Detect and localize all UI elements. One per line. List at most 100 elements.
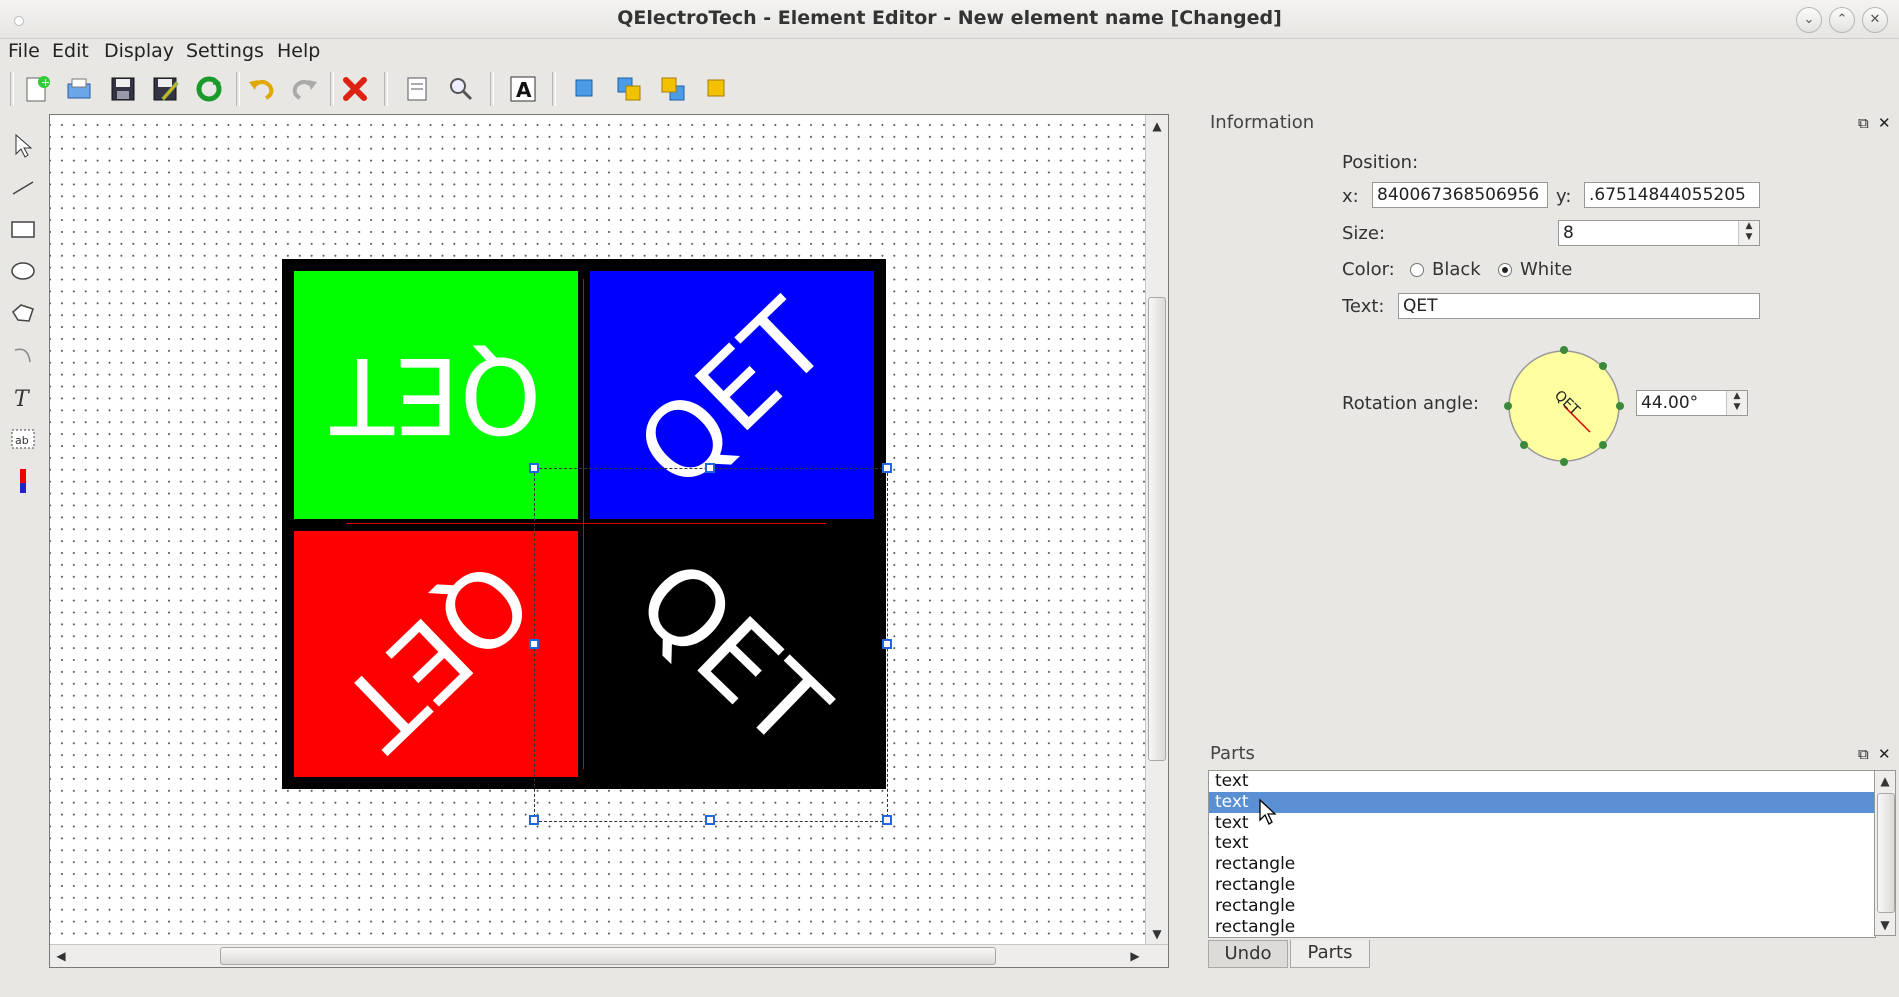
resize-handle[interactable] [882, 639, 892, 649]
rectangle-icon[interactable] [6, 212, 40, 246]
black-radio[interactable] [1410, 263, 1424, 277]
size-value: 8 [1563, 223, 1574, 243]
line-icon[interactable] [6, 170, 40, 204]
new-element-icon[interactable]: + [20, 72, 54, 106]
text-part[interactable]: QET [330, 334, 541, 456]
resize-handle[interactable] [529, 815, 539, 825]
toolbar-separator [384, 72, 388, 106]
float-dock-icon[interactable]: ⧉ [1858, 745, 1869, 763]
scroll-down-icon[interactable]: ▼ [1148, 925, 1166, 943]
toolbar-separator [490, 72, 494, 106]
svg-text:+: + [41, 76, 50, 89]
x-input[interactable]: 840067368506956 [1372, 182, 1548, 208]
resize-handle[interactable] [529, 639, 539, 649]
float-dock-icon[interactable]: ⧉ [1858, 114, 1869, 132]
title-bar: QElectroTech - Element Editor - New elem… [0, 0, 1899, 39]
rotation-spinbox[interactable]: 44.00° ▲ ▼ [1636, 390, 1748, 416]
position-label: Position: [1342, 152, 1419, 173]
text-part[interactable]: QET [318, 537, 555, 771]
resize-handle[interactable] [529, 463, 539, 473]
minimize-button[interactable]: ⌄ [1796, 7, 1822, 33]
menu-file[interactable]: File [8, 40, 40, 62]
list-item[interactable]: text [1209, 833, 1875, 854]
raise-icon[interactable] [612, 72, 646, 106]
x-label: x: [1342, 186, 1359, 207]
close-dock-icon[interactable]: ✕ [1878, 745, 1891, 763]
save-as-icon[interactable] [148, 72, 182, 106]
scroll-up-icon[interactable]: ▲ [1876, 772, 1894, 790]
tab-undo[interactable]: Undo [1208, 940, 1288, 968]
open-icon[interactable] [62, 72, 96, 106]
scroll-thumb[interactable] [220, 947, 996, 965]
size-spinbox[interactable]: 8 ▲ ▼ [1558, 220, 1760, 246]
tab-parts[interactable]: Parts [1290, 940, 1370, 968]
y-input[interactable]: .67514844055205 [1584, 182, 1760, 208]
list-item[interactable]: rectangle [1209, 896, 1875, 917]
resize-handle[interactable] [705, 815, 715, 825]
undo-icon[interactable] [244, 72, 278, 106]
polygon-icon[interactable] [6, 296, 40, 330]
maximize-button[interactable]: ⌃ [1829, 7, 1855, 33]
delete-icon[interactable] [338, 72, 372, 106]
white-radio[interactable] [1498, 263, 1512, 277]
zoom-icon[interactable] [444, 72, 478, 106]
white-radio-label: White [1520, 259, 1573, 280]
arc-icon[interactable] [6, 338, 40, 372]
ellipse-icon[interactable] [6, 254, 40, 288]
pointer-icon[interactable] [6, 128, 40, 162]
drawing-tools: T ab [0, 112, 46, 972]
drawing-canvas[interactable]: QET QET QET QET ▲ ▼ ◀ ▶ [49, 114, 1169, 968]
list-item[interactable]: rectangle [1209, 854, 1875, 875]
menu-display[interactable]: Display [104, 40, 174, 62]
list-item[interactable]: rectangle [1209, 875, 1875, 896]
close-dock-icon[interactable]: ✕ [1878, 114, 1891, 132]
canvas-vertical-scrollbar[interactable]: ▲ ▼ [1145, 115, 1168, 945]
bring-forward-icon[interactable] [568, 72, 602, 106]
scroll-left-icon[interactable]: ◀ [52, 947, 70, 965]
text-field-tool-icon[interactable]: ab [6, 422, 40, 456]
spin-arrows-icon[interactable]: ▲ ▼ [1738, 221, 1759, 245]
parts-list[interactable]: text text text text rectangle rectangle … [1208, 770, 1876, 938]
list-item[interactable]: text [1209, 771, 1875, 792]
toolbar-separator [552, 72, 556, 106]
svg-text:T: T [14, 387, 31, 410]
toolbar-separator [330, 72, 334, 106]
list-item[interactable]: rectangle [1209, 917, 1875, 937]
properties-icon[interactable] [400, 72, 434, 106]
text-input[interactable]: QET [1398, 293, 1760, 319]
menu-help[interactable]: Help [277, 40, 320, 62]
redo-icon[interactable] [288, 72, 322, 106]
selection-box [534, 468, 888, 822]
toolbar-separator [10, 72, 14, 106]
canvas-horizontal-scrollbar[interactable]: ◀ ▶ [50, 944, 1168, 967]
list-item[interactable]: text [1209, 813, 1875, 834]
scroll-down-icon[interactable]: ▼ [1876, 916, 1894, 934]
list-item-selected[interactable]: text [1209, 791, 1875, 813]
svg-text:A: A [516, 78, 532, 102]
parts-scrollbar[interactable]: ▲ ▼ [1874, 770, 1896, 936]
reload-icon[interactable] [192, 72, 226, 106]
scroll-thumb[interactable] [1148, 297, 1166, 761]
menu-edit[interactable]: Edit [52, 40, 89, 62]
terminal-icon[interactable] [6, 464, 40, 498]
spin-arrows-icon[interactable]: ▲ ▼ [1726, 391, 1747, 415]
send-backward-icon[interactable] [700, 72, 734, 106]
main-toolbar: + A [0, 66, 1899, 112]
mouse-cursor-icon [1258, 798, 1278, 831]
resize-handle[interactable] [705, 463, 715, 473]
scroll-right-icon[interactable]: ▶ [1126, 947, 1144, 965]
rotation-label: Rotation angle: [1342, 393, 1480, 414]
rotation-dial[interactable]: QET [1502, 344, 1626, 468]
lower-icon[interactable] [656, 72, 690, 106]
scroll-up-icon[interactable]: ▲ [1148, 117, 1166, 135]
y-label: y: [1556, 186, 1572, 207]
close-button[interactable]: ✕ [1862, 7, 1888, 33]
menu-settings[interactable]: Settings [186, 40, 264, 62]
text-icon[interactable]: T [6, 380, 40, 414]
text-field-icon[interactable]: A [506, 72, 540, 106]
window-title: QElectroTech - Element Editor - New elem… [617, 7, 1282, 29]
resize-handle[interactable] [882, 815, 892, 825]
resize-handle[interactable] [882, 463, 892, 473]
scroll-thumb[interactable] [1877, 793, 1895, 913]
save-icon[interactable] [106, 72, 140, 106]
